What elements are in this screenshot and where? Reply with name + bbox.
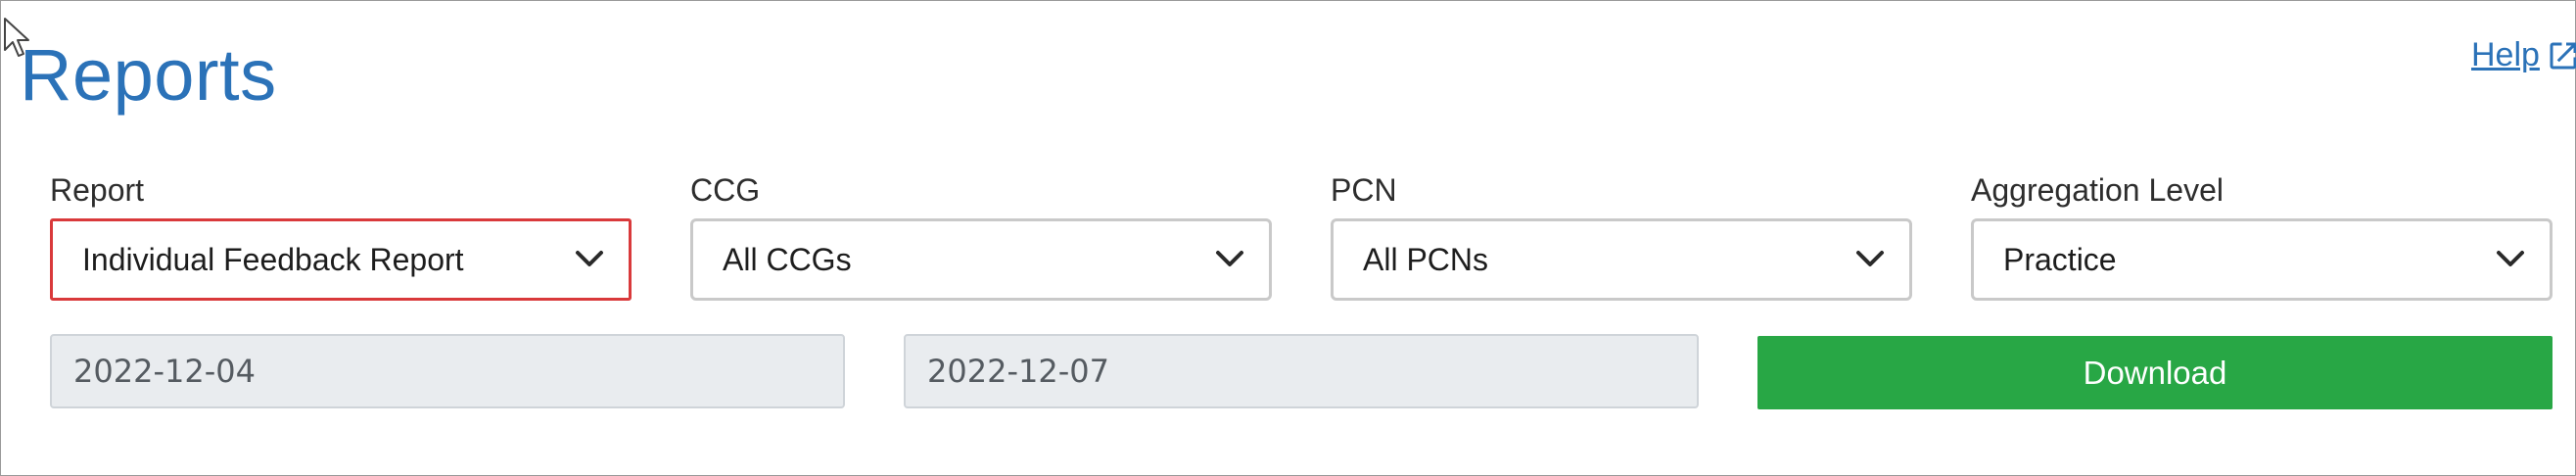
chevron-down-icon <box>1856 251 1884 266</box>
pcn-label: PCN <box>1331 172 1397 208</box>
ccg-label: CCG <box>690 172 761 208</box>
help-label: Help <box>2471 36 2540 73</box>
aggregation-label: Aggregation Level <box>1971 172 2224 208</box>
end-date-value: 2022-12-07 <box>927 353 1109 390</box>
report-select[interactable]: Individual Feedback Report <box>50 218 632 301</box>
reports-window: Reports Help Report Individual Feedback … <box>0 0 2576 476</box>
chevron-down-icon <box>576 251 603 266</box>
start-date-value: 2022-12-04 <box>73 353 256 390</box>
end-date-field[interactable]: 2022-12-07 <box>904 334 1699 408</box>
help-link[interactable]: Help <box>2471 36 2576 74</box>
aggregation-select-value: Practice <box>2003 241 2117 277</box>
report-label: Report <box>50 172 145 208</box>
download-button[interactable]: Download <box>1757 336 2553 409</box>
ccg-select-value: All CCGs <box>723 241 852 277</box>
start-date-field[interactable]: 2022-12-04 <box>50 334 845 408</box>
ccg-select[interactable]: All CCGs <box>690 218 1272 301</box>
pcn-select[interactable]: All PCNs <box>1331 218 1912 301</box>
aggregation-select[interactable]: Practice <box>1971 218 2553 301</box>
chevron-down-icon <box>2497 251 2524 266</box>
page-title: Reports <box>20 34 277 116</box>
chevron-down-icon <box>1216 251 1243 266</box>
external-link-icon <box>2550 42 2576 69</box>
report-select-value: Individual Feedback Report <box>82 241 464 277</box>
pcn-select-value: All PCNs <box>1363 241 1489 277</box>
